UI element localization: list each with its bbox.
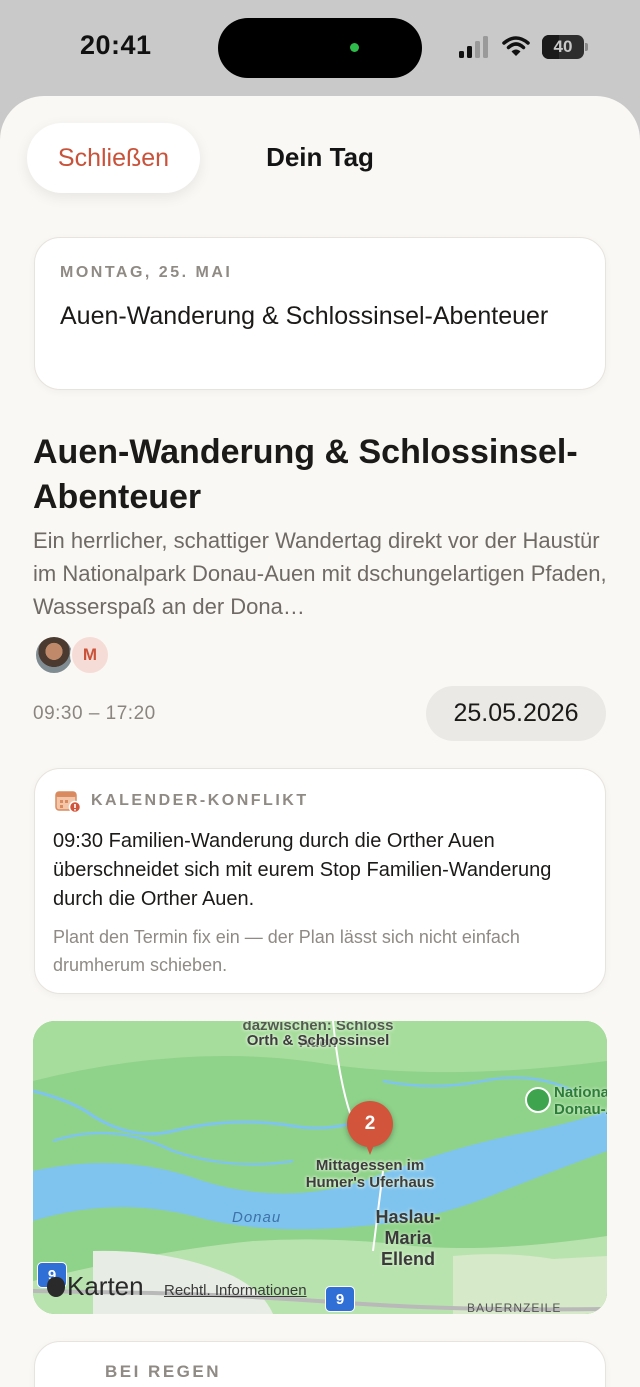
- date-picker-button[interactable]: 25.05.2026: [426, 686, 606, 741]
- status-time: 20:41: [80, 30, 152, 60]
- status-bar: 20:41 40: [0, 0, 640, 96]
- battery-percentage: 40: [553, 37, 573, 56]
- map-label-orth: Orth & Schlossinsel: [246, 1032, 390, 1049]
- map-town-label: Haslau-Maria Ellend: [375, 1207, 441, 1269]
- cellular-signal-icon: [459, 36, 488, 58]
- calendar-conflict-card: KALENDER-KONFLIKT 09:30 Familien-Wanderu…: [34, 768, 606, 994]
- map-river-label: Donau: [232, 1209, 282, 1226]
- map-pin-label: Mittagessen im Humer's Uferhaus: [305, 1157, 435, 1191]
- legal-info-link[interactable]: Rechtl. Informationen: [164, 1282, 307, 1299]
- maps-brand: Karten: [47, 1271, 144, 1302]
- battery-icon: 40: [542, 35, 588, 59]
- map-road-label: BAUERNZEILE: [467, 1301, 562, 1314]
- map-stop-pin[interactable]: 2: [347, 1101, 393, 1147]
- avatar-initial: M: [70, 635, 110, 675]
- calendar-warning-icon: [55, 791, 81, 813]
- day-sheet: Schließen Dein Tag MONTAG, 25. MAI Auen-…: [0, 96, 640, 1387]
- conflict-header: KALENDER-KONFLIKT: [55, 789, 309, 813]
- map-park-label: Nationalpark Donau-Auen: [554, 1084, 607, 1118]
- day-summary-card[interactable]: MONTAG, 25. MAI Auen-Wanderung & Schloss…: [34, 237, 606, 390]
- camera-indicator-icon: [350, 43, 359, 52]
- conflict-note: Plant den Termin fix ein — der Plan läss…: [53, 927, 520, 975]
- plan-time-range: 09:30 – 17:20: [33, 703, 156, 724]
- maps-brand-label: Karten: [67, 1271, 144, 1301]
- close-button[interactable]: Schließen: [27, 123, 200, 193]
- conflict-message: 09:30 Familien-Wanderung durch die Orthe…: [53, 830, 552, 910]
- rain-eyebrow: BEI REGEN: [105, 1362, 222, 1381]
- rain-alternative-card[interactable]: BEI REGEN: [34, 1341, 606, 1387]
- day-plan-title: Auen-Wanderung & Schlossinsel-Abenteuer: [60, 302, 549, 330]
- tree-icon: [525, 1087, 551, 1113]
- sheet-header: Schließen Dein Tag: [0, 96, 640, 216]
- plan-description: Ein herrlicher, schattiger Wandertag dir…: [33, 528, 607, 619]
- participant-avatars: M: [34, 635, 134, 677]
- route-map[interactable]: dazwischen: Schloss Auen Orth & Schlossi…: [33, 1021, 607, 1314]
- dynamic-island: [218, 18, 422, 78]
- user-photo-avatar: [34, 635, 74, 675]
- conflict-eyebrow: KALENDER-KONFLIKT: [91, 792, 309, 809]
- apple-logo-icon: [47, 1276, 65, 1297]
- wifi-icon: [502, 36, 530, 56]
- day-date-label: MONTAG, 25. MAI: [60, 264, 233, 281]
- road-number-badge: 9: [325, 1286, 355, 1312]
- plan-title: Auen-Wanderung & Schlossinsel-Abenteuer: [33, 433, 578, 516]
- sheet-title: Dein Tag: [266, 142, 374, 172]
